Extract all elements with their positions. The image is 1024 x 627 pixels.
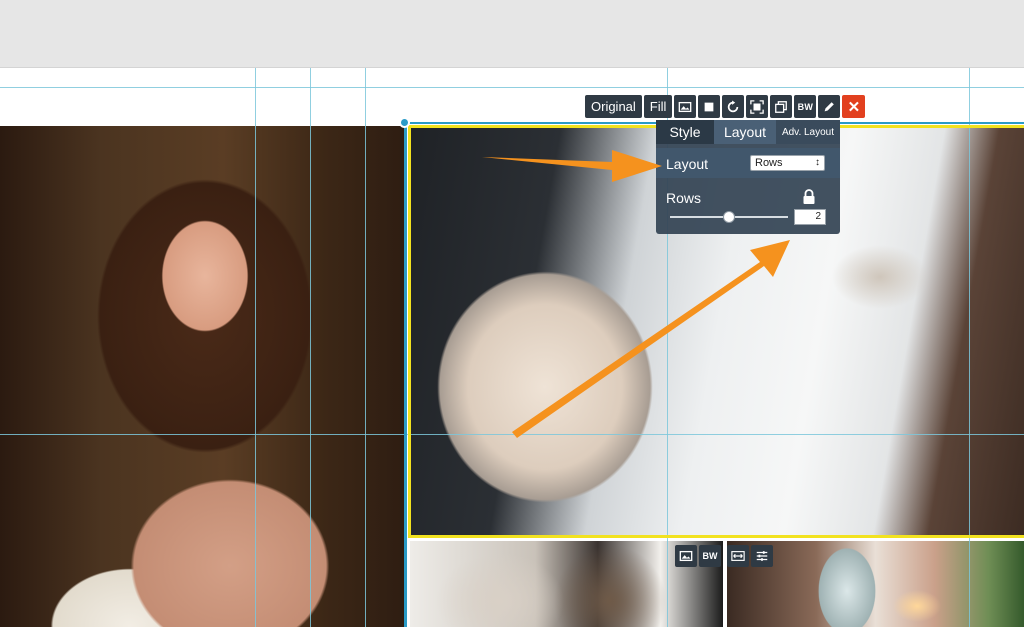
tile-resize-button[interactable] bbox=[727, 545, 749, 567]
duplicate-icon bbox=[775, 100, 788, 113]
bw-button[interactable]: BW bbox=[794, 95, 817, 118]
guide-line-vertical bbox=[255, 68, 256, 627]
rows-slider-thumb[interactable] bbox=[723, 211, 735, 223]
tab-layout[interactable]: Layout bbox=[714, 120, 776, 144]
rows-label: Rows bbox=[666, 190, 702, 206]
rows-number-field[interactable]: 2 bbox=[794, 209, 826, 225]
updown-arrow-icon: ↕ bbox=[815, 157, 820, 168]
selection-handle[interactable] bbox=[399, 117, 410, 128]
crop-square-button[interactable] bbox=[698, 95, 721, 118]
edit-button[interactable] bbox=[818, 95, 841, 118]
fit-frame-button[interactable] bbox=[746, 95, 769, 118]
layout-editor-canvas: Original Fill BW ✕ Style Layout Adv. Lay… bbox=[0, 0, 1024, 627]
duplicate-button[interactable] bbox=[770, 95, 793, 118]
tile-bw-button[interactable]: BW bbox=[699, 545, 721, 567]
sliders-icon bbox=[756, 551, 768, 561]
crop-square-icon bbox=[705, 102, 714, 111]
original-button[interactable]: Original bbox=[585, 95, 642, 118]
top-bar bbox=[0, 0, 1024, 68]
fill-button[interactable]: Fill bbox=[643, 95, 673, 118]
guide-line-vertical bbox=[310, 68, 311, 627]
layout-select[interactable]: Rows ↕ bbox=[750, 155, 825, 171]
photo-toolbar: Original Fill BW ✕ bbox=[585, 95, 866, 118]
edit-pencil-icon bbox=[825, 101, 835, 111]
replace-photo-icon bbox=[679, 550, 693, 562]
layout-label: Layout bbox=[666, 156, 709, 172]
layout-panel: Style Layout Adv. Layout Layout Rows ↕ R… bbox=[656, 120, 840, 234]
tile-replace-photo-button[interactable] bbox=[675, 545, 697, 567]
swap-horizontal-icon bbox=[731, 551, 745, 561]
replace-photo-icon bbox=[679, 101, 692, 112]
lock-icon[interactable] bbox=[802, 189, 816, 205]
rotate-button[interactable] bbox=[722, 95, 745, 118]
rotate-icon bbox=[728, 99, 739, 112]
tile-adjust-button[interactable] bbox=[751, 545, 773, 567]
fit-frame-icon bbox=[750, 99, 765, 114]
layout-select-value: Rows bbox=[755, 157, 783, 169]
panel-tabs: Style Layout Adv. Layout bbox=[656, 120, 840, 144]
replace-photo-button[interactable] bbox=[674, 95, 697, 118]
tab-adv-layout[interactable]: Adv. Layout bbox=[776, 120, 840, 144]
selection-edge-left[interactable] bbox=[404, 122, 407, 627]
delete-button[interactable]: ✕ bbox=[842, 95, 866, 118]
photo-bride-portrait[interactable] bbox=[0, 126, 406, 627]
tab-style[interactable]: Style bbox=[656, 120, 714, 144]
guide-line-vertical bbox=[365, 68, 366, 627]
tile-toolbar-left: BW bbox=[675, 545, 721, 567]
tile-toolbar-right bbox=[727, 545, 773, 567]
guide-line-horizontal bbox=[0, 87, 1024, 88]
